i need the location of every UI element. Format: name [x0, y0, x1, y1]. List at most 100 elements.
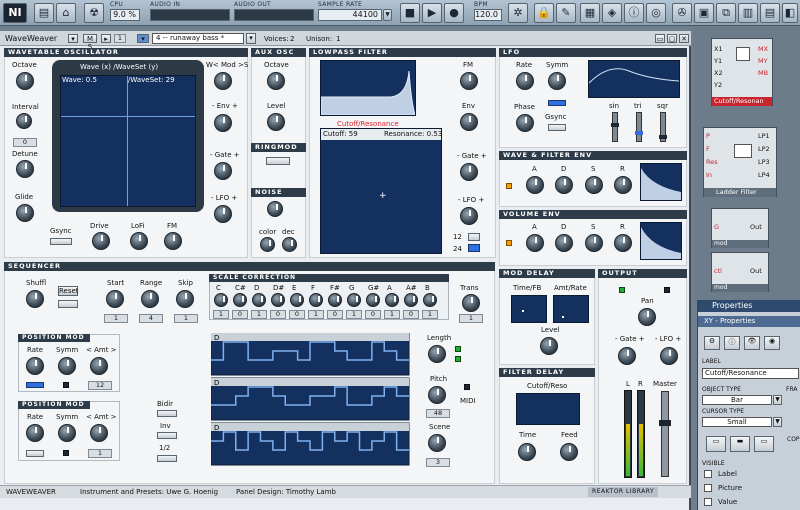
ladder-in-port-1[interactable]: F — [706, 145, 710, 153]
structure-view-icon[interactable]: ⌂ — [56, 3, 76, 23]
sequencer-lanes[interactable]: D D D — [211, 333, 411, 468]
out-lfo-knob[interactable] — [660, 347, 678, 365]
shuffl-knob[interactable] — [26, 290, 44, 308]
skip-knob[interactable] — [176, 290, 194, 308]
visible-label-checkbox[interactable] — [704, 470, 712, 478]
xy-in-port-1[interactable]: Y1 — [714, 57, 722, 65]
note-knob-8[interactable] — [366, 293, 380, 307]
note-value-3[interactable]: 0 — [270, 310, 286, 319]
note-knob-5[interactable] — [309, 293, 323, 307]
cursor-type-dropdown-icon[interactable]: ▼ — [773, 417, 782, 427]
lfo-sin-slider[interactable] — [611, 112, 619, 142]
noise-knob[interactable] — [267, 201, 283, 217]
record-button[interactable]: ● — [444, 3, 464, 23]
object-type-dropdown-icon[interactable]: ▼ — [773, 395, 782, 405]
note-knob-10[interactable] — [404, 293, 418, 307]
ladder-out-port-2[interactable]: LP3 — [758, 158, 770, 166]
range-knob[interactable] — [141, 290, 159, 308]
pm2-rate-knob[interactable] — [26, 424, 44, 442]
time-fb-xy-pad[interactable] — [511, 295, 547, 323]
note-value-11[interactable]: 1 — [422, 310, 438, 319]
ladder-in-port-0[interactable]: P — [706, 132, 710, 140]
pm1-amt-knob[interactable] — [90, 357, 108, 375]
ladder-in-port-3[interactable]: In — [706, 171, 712, 179]
panel-close-icon[interactable]: ✕ — [679, 34, 689, 43]
xy-out-port-2[interactable]: MB — [758, 69, 768, 77]
gsync-button[interactable] — [50, 238, 72, 245]
pitch-knob[interactable] — [428, 386, 446, 404]
wt-lfo-knob[interactable] — [214, 205, 232, 223]
lofi-knob[interactable] — [130, 232, 148, 250]
scene-knob[interactable] — [428, 434, 446, 452]
xy-module[interactable]: X1 Y1 X2 Y2 MX MY MB Cutoff/Resonan — [711, 38, 773, 106]
panel-min-icon[interactable]: ▭ — [655, 34, 665, 43]
ni-logo-icon[interactable]: NI — [3, 3, 27, 23]
edit-icon[interactable]: ✎ — [556, 3, 576, 23]
mod2-out-port[interactable]: Out — [750, 267, 762, 275]
start-knob[interactable] — [106, 290, 124, 308]
voices-value[interactable]: 2 — [290, 35, 294, 43]
mod2-in-port[interactable]: ctl — [714, 267, 722, 275]
window-icon[interactable]: ⧉ — [716, 3, 736, 23]
detune-knob[interactable] — [16, 160, 34, 178]
half-button[interactable] — [157, 455, 177, 462]
ve-release-knob[interactable] — [614, 234, 632, 252]
lock-icon[interactable]: 🔒 — [534, 3, 554, 23]
wavetable-xy-display[interactable] — [60, 75, 196, 207]
bpm-value[interactable]: 120.0 — [474, 9, 502, 21]
note-value-8[interactable]: 0 — [365, 310, 381, 319]
radiation-icon[interactable]: ☢ — [84, 3, 104, 23]
xy-in-port-3[interactable]: Y2 — [714, 81, 722, 89]
lfo-rate-knob[interactable] — [516, 72, 534, 90]
note-knob-0[interactable] — [214, 293, 228, 307]
ve-sustain-knob[interactable] — [585, 234, 603, 252]
pan-knob[interactable] — [638, 308, 656, 326]
trans-knob[interactable] — [462, 294, 480, 312]
ladder-in-port-2[interactable]: Res — [706, 158, 718, 166]
length-knob[interactable] — [428, 345, 446, 363]
ladder-out-port-0[interactable]: LP1 — [758, 132, 770, 140]
fm-knob[interactable] — [164, 232, 182, 250]
view-tab-icon[interactable]: 👁 — [744, 336, 760, 350]
xy-out-port-1[interactable]: MY — [758, 57, 768, 65]
pm1-sync-button[interactable] — [26, 382, 44, 388]
lfo-sqr-slider[interactable] — [659, 112, 667, 142]
mod1-in-port[interactable]: G — [714, 223, 719, 231]
pm1-rate-knob[interactable] — [26, 357, 44, 375]
bidir-button[interactable] — [157, 410, 177, 417]
note-knob-7[interactable] — [347, 293, 361, 307]
sample-rate-select[interactable]: 44100 — [318, 9, 382, 21]
info-icon[interactable]: ⓘ — [624, 3, 644, 23]
wmod-knob[interactable] — [214, 72, 232, 90]
panel-view-icon[interactable]: ▤ — [34, 3, 54, 23]
note-value-7[interactable]: 1 — [346, 310, 362, 319]
wfe-decay-knob[interactable] — [555, 176, 573, 194]
layout-icon[interactable]: ▥ — [738, 3, 758, 23]
wfe-attack-knob[interactable] — [526, 176, 544, 194]
properties-toggle-icon[interactable]: ▤ — [760, 3, 780, 23]
note-knob-4[interactable] — [290, 293, 304, 307]
function-tab-icon[interactable]: ⚙ — [704, 336, 720, 350]
ve-attack-knob[interactable] — [526, 234, 544, 252]
snapshot-menu-icon[interactable]: ▾ — [137, 34, 149, 43]
snapshot-icon[interactable]: ◈ — [602, 3, 622, 23]
note-value-10[interactable]: 0 — [403, 310, 419, 319]
object-type-select[interactable]: Bar — [702, 395, 772, 405]
filter-delay-xy-pad[interactable] — [516, 393, 580, 425]
master-fader[interactable] — [659, 391, 671, 477]
preset-select[interactable]: 4 -- runaway bass * — [152, 33, 244, 44]
note-value-9[interactable]: 1 — [384, 310, 400, 319]
drive-knob[interactable] — [92, 232, 110, 250]
slope-24-button[interactable] — [468, 244, 480, 252]
lfo-tri-slider[interactable] — [635, 112, 643, 142]
cursor-type-select[interactable]: Small — [702, 417, 772, 427]
preset-dropdown-icon[interactable]: ▾ — [246, 33, 256, 44]
glide-knob[interactable] — [16, 204, 34, 222]
xy-out-port-0[interactable]: MX — [758, 45, 768, 53]
panel-max-icon[interactable]: ▢ — [667, 34, 677, 43]
note-knob-3[interactable] — [271, 293, 285, 307]
note-knob-11[interactable] — [423, 293, 437, 307]
ve-decay-knob[interactable] — [555, 234, 573, 252]
fd-time-knob[interactable] — [518, 443, 536, 461]
cutoff-resonance-xy-pad[interactable]: + — [320, 128, 442, 254]
